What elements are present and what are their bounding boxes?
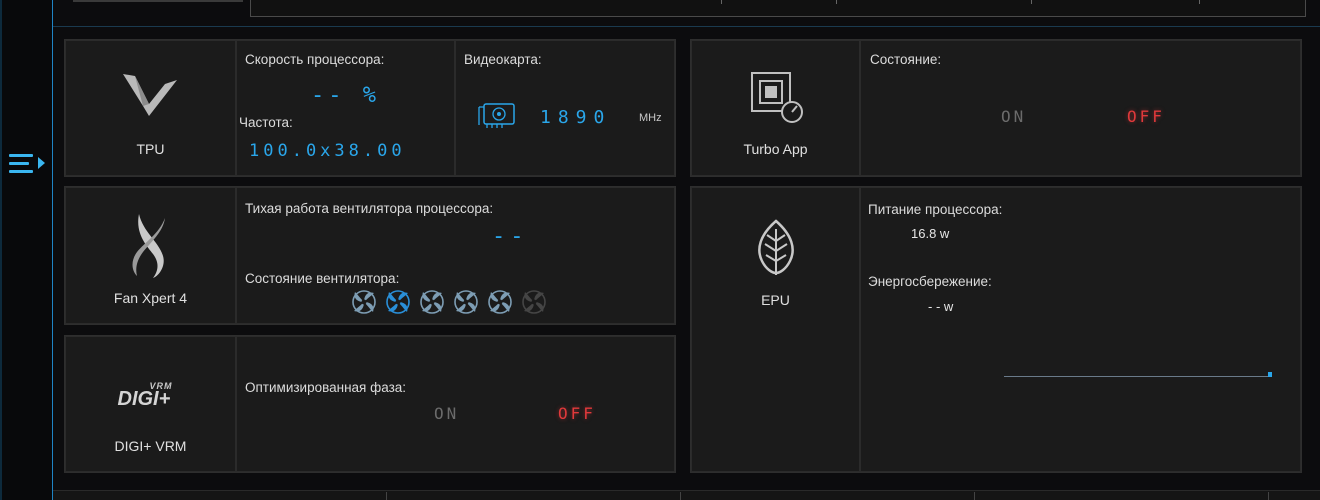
phase-on-button[interactable]: ON [434, 404, 459, 423]
digi-vrm-panel: VRM DIGI+ DIGI+ VRM Оптимизированная фаз… [64, 335, 676, 473]
cpu-power-value: 16.8 w [911, 226, 950, 241]
turbo-app-title: Turbo App [743, 141, 808, 157]
fan-xpert-info-cell: Тихая работа вентилятора процессора: -- … [236, 187, 675, 324]
power-graph-baseline [1004, 376, 1268, 377]
epu-info-cell: Питание процессора: 16.8 w Энергосбереже… [860, 187, 1301, 472]
tpu-v-icon [121, 70, 181, 128]
tpu-gpu-cell: Видеокарта: 1890 MHz [455, 40, 675, 176]
power-graph-marker [1268, 372, 1272, 377]
fan-icon [351, 289, 376, 314]
fan-xpert-panel: Fan Xpert 4 Тихая работа вентилятора про… [64, 186, 676, 325]
tpu-panel: TPU Скорость процессора: -- % Частота: 1… [64, 39, 676, 177]
epu-icon-cell[interactable]: EPU [691, 187, 860, 472]
cpu-speed-value: -- % [311, 83, 380, 108]
fan-status-row [351, 289, 561, 317]
gpu-label: Видеокарта: [464, 52, 542, 67]
frequency-value: 100.0x38.00 [249, 141, 406, 161]
tpu-cpu-cell: Скорость процессора: -- % Частота: 100.0… [236, 40, 455, 176]
turbo-app-icon-cell[interactable]: Turbo App [691, 40, 860, 176]
fan-icon [419, 289, 444, 314]
cpu-speed-label: Скорость процессора: [245, 52, 385, 67]
gpu-freq-unit: MHz [639, 112, 662, 124]
turbo-app-icon [746, 69, 806, 127]
fan-icon [521, 289, 546, 314]
turbo-app-state-cell: Состояние: ON OFF [860, 40, 1301, 176]
top-left-divider [73, 0, 243, 2]
fan-icon [385, 289, 410, 314]
graphics-card-icon [478, 101, 518, 129]
fan-icon [453, 289, 478, 314]
turbo-state-label: Состояние: [870, 52, 942, 67]
side-rail [0, 0, 53, 500]
power-saving-label: Энергосбережение: [868, 274, 992, 289]
tpu-icon-cell[interactable]: TPU [65, 40, 236, 176]
top-status-frame [250, 0, 1306, 17]
hamburger-menu-icon[interactable] [9, 148, 49, 180]
frequency-label: Частота: [239, 115, 293, 130]
gpu-freq-value: 1890 [540, 107, 612, 128]
digi-vrm-title: DIGI+ VRM [114, 438, 187, 454]
turbo-app-panel: Turbo App Состояние: ON OFF [690, 39, 1302, 177]
cpu-power-label: Питание процессора: [868, 202, 1003, 217]
tpu-title: TPU [136, 141, 165, 157]
turbo-on-button[interactable]: ON [1001, 107, 1026, 126]
bottom-toolbar [53, 490, 1320, 500]
power-saving-value: - - w [928, 299, 954, 314]
epu-title: EPU [761, 292, 790, 308]
digi-vrm-icon-cell[interactable]: VRM DIGI+ DIGI+ VRM [65, 336, 236, 472]
epu-panel: EPU Питание процессора: 16.8 w Энергосбе… [690, 186, 1302, 473]
fan-xpert-title: Fan Xpert 4 [113, 290, 188, 306]
fan-xpert-icon [129, 212, 173, 280]
fan-xpert-icon-cell[interactable]: Fan Xpert 4 [65, 187, 236, 324]
quiet-fan-label: Тихая работа вентилятора процессора: [245, 201, 494, 216]
turbo-off-button[interactable]: OFF [1127, 107, 1165, 126]
quiet-fan-value: -- [492, 224, 529, 249]
top-toolbar [53, 0, 1320, 27]
rail-stripe [0, 0, 2, 500]
leaf-icon [754, 219, 798, 277]
fan-state-label: Состояние вентилятора: [245, 271, 400, 286]
digi-vrm-logo: VRM DIGI+ [118, 381, 184, 411]
digi-logo-main: DIGI+ [117, 388, 171, 410]
fan-icon [487, 289, 512, 314]
digi-vrm-phase-cell: Оптимизированная фаза: ON OFF [236, 336, 675, 472]
optimized-phase-label: Оптимизированная фаза: [245, 380, 407, 395]
phase-off-button[interactable]: OFF [558, 404, 596, 423]
